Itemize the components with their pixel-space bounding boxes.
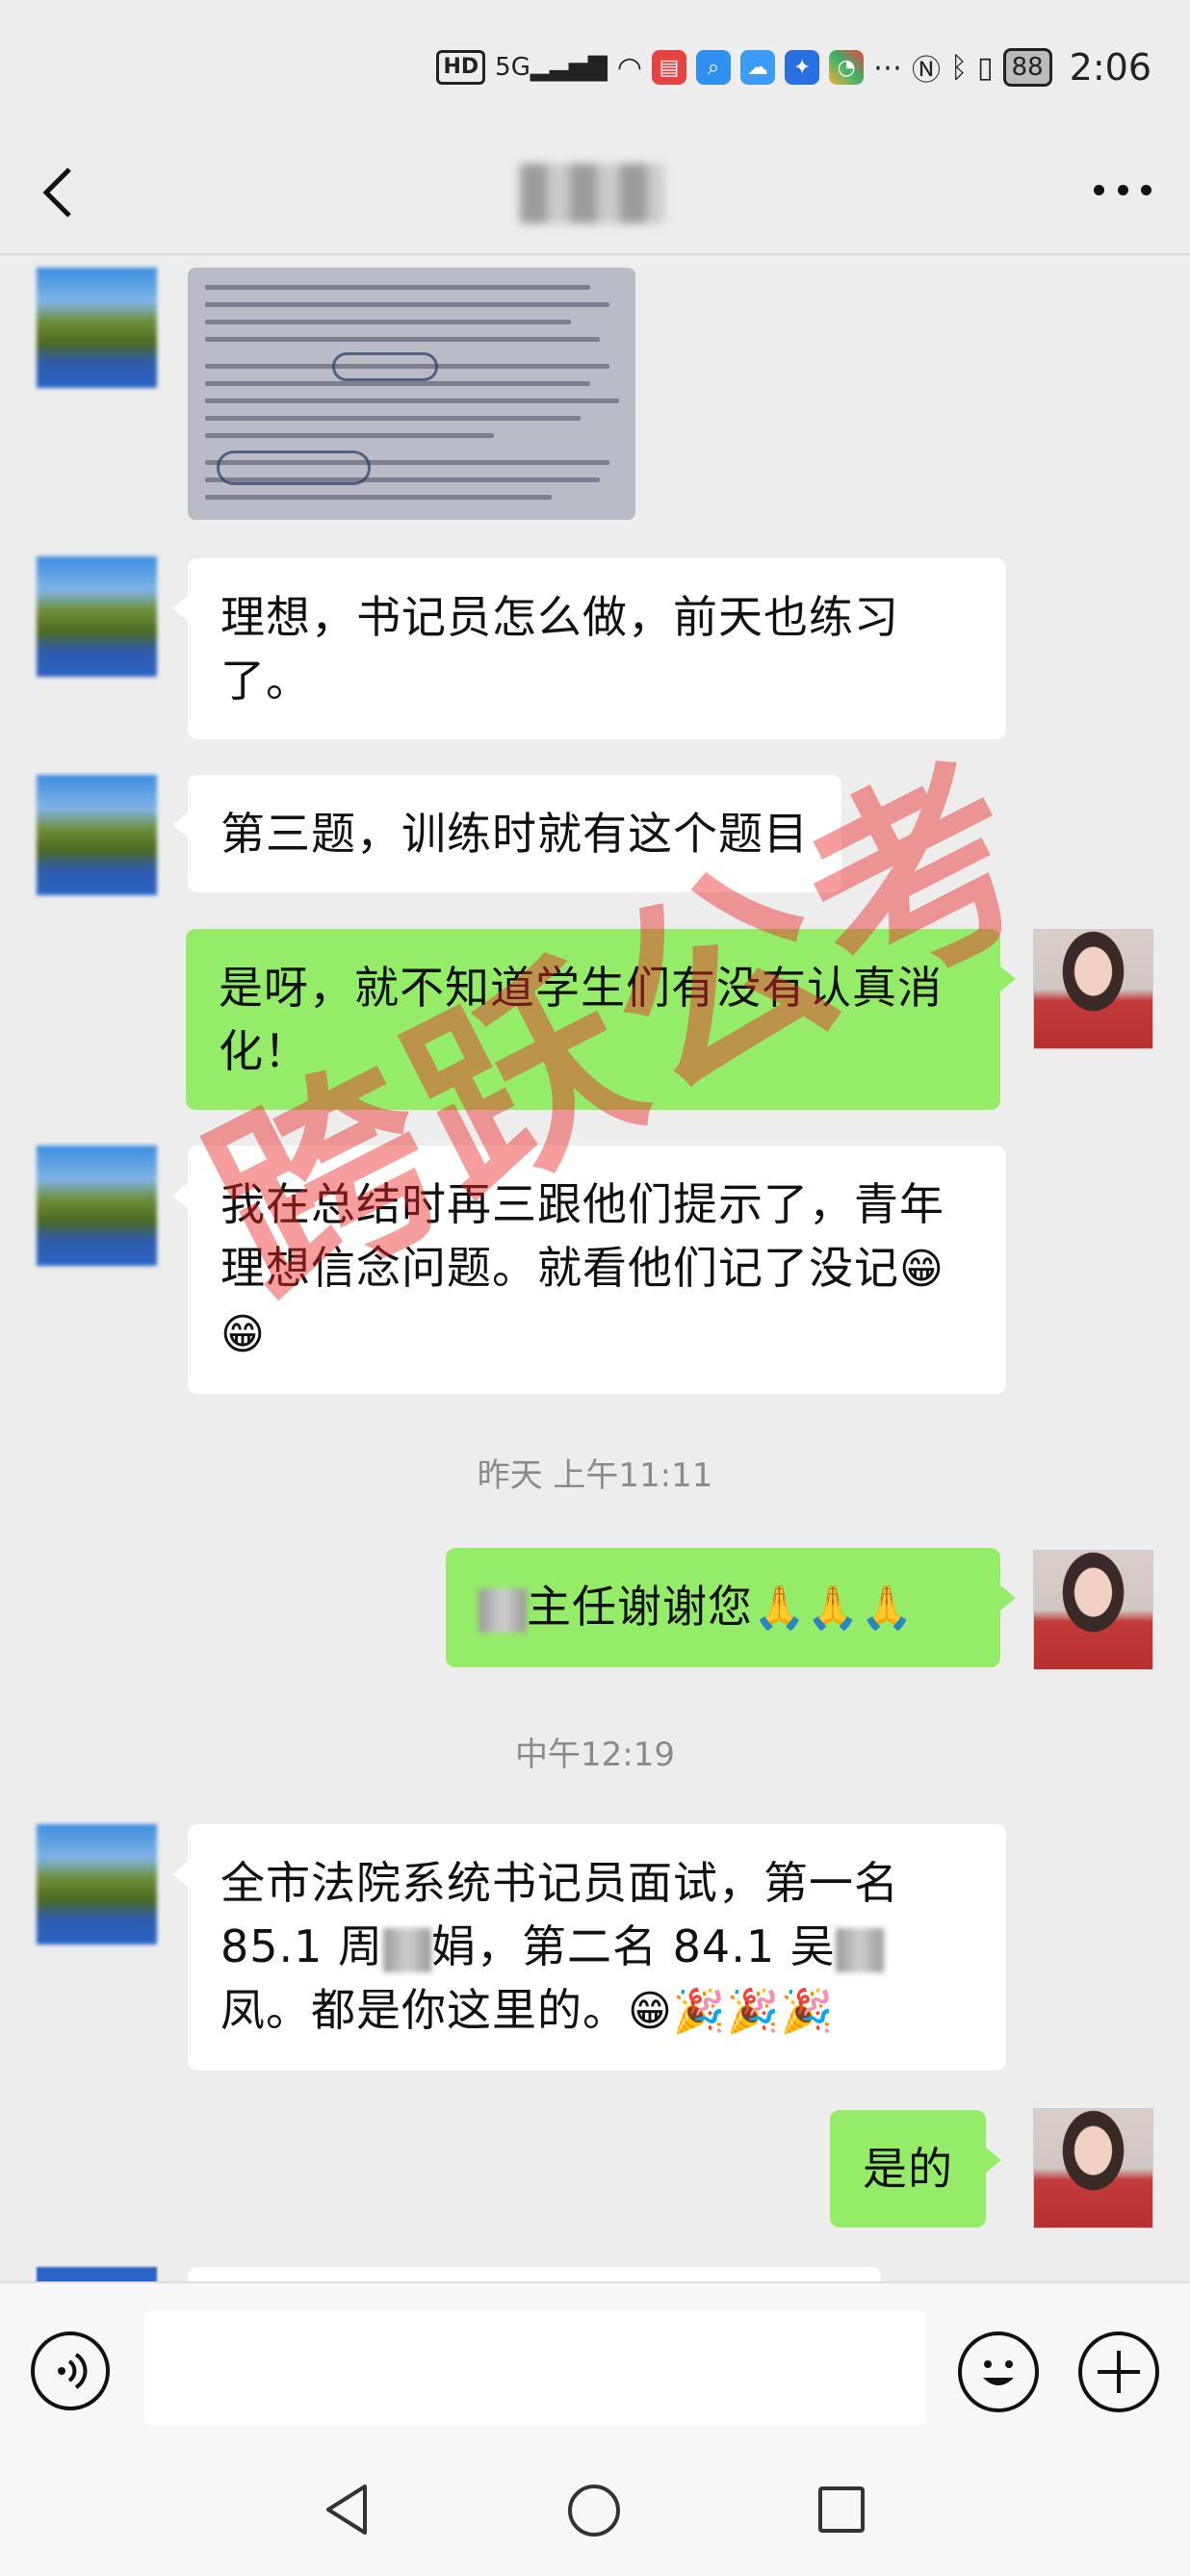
image-message[interactable] <box>188 268 635 520</box>
square-recents-icon[interactable] <box>818 2486 865 2533</box>
bluetooth-icon: ᛒ <box>950 50 969 85</box>
chevron-left-icon[interactable] <box>39 164 77 221</box>
praying-hands-emoji: 🙏🙏🙏 <box>753 1584 915 1633</box>
clock: 2:06 <box>1069 46 1151 89</box>
friend-avatar[interactable] <box>37 556 157 677</box>
status-icons: HD 5G▂▃▅▇ ◠ ▤ ⌕ ☁ ✦ ◔ ⋯ Ⓝ ᛒ ▯ 88 2:06 <box>436 44 1151 90</box>
message-bubble[interactable]: 是的 <box>830 2110 1001 2228</box>
friend-avatar[interactable] <box>37 1146 157 1266</box>
message-text: 我在总结时再三跟他们提示了，青年理想信念问题。就看他们记了没记 <box>220 1178 944 1294</box>
multicolor-app-icon: ◔ <box>829 50 865 85</box>
friend-avatar[interactable] <box>37 775 157 895</box>
message-bubble[interactable]: 理想，书记员怎么做，前天也练习了。 <box>172 558 1006 739</box>
friend-avatar[interactable] <box>37 268 157 388</box>
my-avatar[interactable] <box>1033 929 1153 1049</box>
redacted-name <box>479 1587 527 1633</box>
my-avatar[interactable] <box>1033 1550 1153 1670</box>
vibrate-icon: ▯ <box>977 50 994 85</box>
message-bubble[interactable]: 我在总结时再三跟他们提示了，青年理想信念问题。就看他们记了没记😁😁 <box>172 1146 1006 1394</box>
friend-avatar[interactable] <box>37 1824 157 1945</box>
signal-icon: 5G▂▃▅▇ <box>495 53 608 82</box>
app-notification-icon: ▤ <box>652 50 687 85</box>
message-text: 是呀，就不知道学生们有没有认真消化！ <box>219 962 943 1077</box>
message-bubble[interactable]: 第三题，训练时就有这个题目 <box>172 775 841 892</box>
cloud-app-icon: ☁ <box>740 50 776 85</box>
system-navigation <box>0 2450 1190 2576</box>
smiley-icon[interactable] <box>958 2331 1039 2412</box>
plus-icon[interactable] <box>1078 2331 1159 2412</box>
input-bar <box>0 2281 1190 2450</box>
timestamp: 中午12:19 <box>515 1736 675 1774</box>
chat-header <box>0 135 1190 255</box>
chat-title-redacted <box>520 164 664 223</box>
more-notifications-icon: ⋯ <box>873 50 903 85</box>
nfc-icon: Ⓝ <box>912 54 942 88</box>
search-app-icon: ⌕ <box>696 50 732 85</box>
message-bubble[interactable]: 主任谢谢您🙏🙏🙏 <box>446 1548 1016 1667</box>
ellipsis-icon[interactable] <box>1094 175 1151 204</box>
battery-icon: 88 <box>1002 48 1052 87</box>
message-text: 凤。都是你这里的。 <box>220 1984 628 2036</box>
wifi-icon: ◠ <box>616 50 643 85</box>
message-text: 理想，书记员怎么做，前天也练习了。 <box>220 591 899 707</box>
message-text: 是的 <box>863 2143 953 2195</box>
message-bubble[interactable]: 全市法院系统书记员面试，第一名85.1 周娟，第二名 84.1 吴凤。都是你这里… <box>172 1824 1006 2071</box>
message-text: 娟，第二名 84.1 吴 <box>431 1920 836 1972</box>
triangle-back-icon[interactable] <box>323 2483 371 2537</box>
message-input[interactable] <box>144 2310 926 2426</box>
redacted-name <box>835 1927 884 1972</box>
status-bar: HD 5G▂▃▅▇ ◠ ▤ ⌕ ☁ ✦ ◔ ⋯ Ⓝ ᛒ ▯ 88 2:06 <box>0 0 1190 135</box>
my-avatar[interactable] <box>1033 2108 1153 2228</box>
hd-badge: HD <box>436 50 486 85</box>
message-bubble[interactable]: 是呀，就不知道学生们有没有认真消化！ <box>186 929 1016 1110</box>
redacted-name <box>383 1927 432 1972</box>
bulb-app-icon: ✦ <box>785 50 820 85</box>
voice-icon[interactable] <box>31 2331 110 2410</box>
celebration-emoji: 😁🎉🎉🎉 <box>628 1987 835 2036</box>
timestamp: 昨天 上午11:11 <box>477 1456 713 1495</box>
message-text: 第三题，训练时就有这个题目 <box>220 808 809 860</box>
circle-home-icon[interactable] <box>568 2485 620 2537</box>
message-text: 主任谢谢您 <box>527 1581 753 1633</box>
